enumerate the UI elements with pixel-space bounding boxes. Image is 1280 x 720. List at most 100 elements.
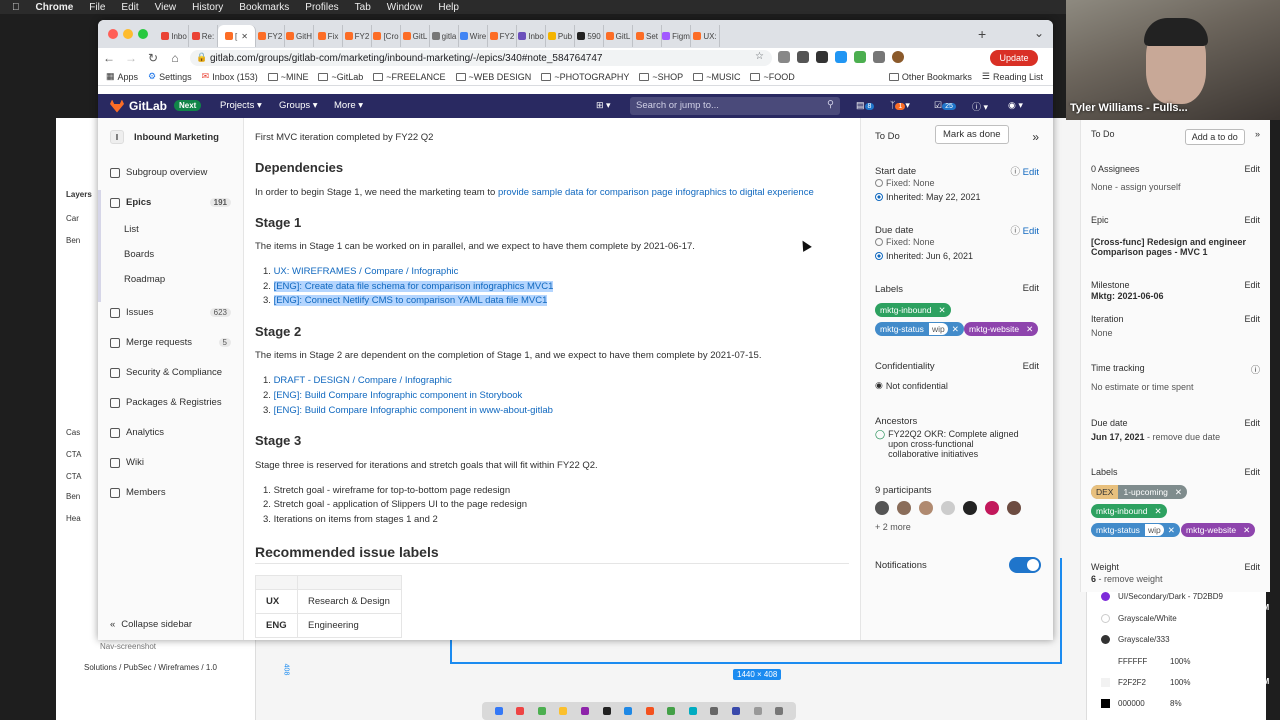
start-inherited-option[interactable]: Inherited: May 22, 2021: [875, 192, 981, 202]
remove-weight-link[interactable]: - remove weight: [1096, 574, 1163, 584]
layer-item[interactable]: CTA: [66, 472, 81, 481]
collapse-sidebar-button[interactable]: «Collapse sidebar: [110, 619, 192, 630]
browser-tab[interactable]: Set: [633, 25, 662, 47]
due-date-edit[interactable]: ⓘ Edit: [1010, 223, 1039, 237]
label-pill[interactable]: DEX 1-upcoming ✕: [1091, 485, 1188, 499]
bookmark-folder[interactable]: ~MINE: [267, 72, 308, 82]
sidebar-item-subgroup-overview[interactable]: Subgroup overview: [110, 167, 231, 178]
layer-item[interactable]: Ben: [66, 236, 80, 245]
remove-label-icon[interactable]: ✕: [950, 324, 964, 335]
sidebar-item-wiki[interactable]: Wiki: [110, 457, 231, 468]
browser-tab[interactable]: Wire: [459, 25, 488, 47]
browser-tab[interactable]: Fix: [314, 25, 343, 47]
dock-app-icon[interactable]: [537, 707, 546, 715]
collapse-sidebar-icon[interactable]: »: [1032, 130, 1039, 144]
dock-app-icon[interactable]: [753, 707, 762, 715]
puzzle-icon[interactable]: [873, 51, 885, 63]
more-menu[interactable]: More ▾: [334, 100, 363, 111]
browser-tab[interactable]: UX:: [691, 25, 720, 47]
help-icon[interactable]: ⓘ ▾: [972, 100, 988, 113]
dock-app-icon[interactable]: [645, 707, 654, 715]
sidebar-subitem-list[interactable]: List: [124, 224, 139, 235]
address-bar[interactable]: 🔒 gitlab.com/groups/gitlab-com/marketing…: [190, 50, 772, 66]
dock-app-icon[interactable]: [688, 707, 697, 715]
update-button[interactable]: Update: [990, 50, 1038, 66]
start-fixed-option[interactable]: Fixed: None: [875, 178, 935, 188]
fill-item[interactable]: F2F2F2 100%: [1101, 678, 1190, 687]
extension-icon[interactable]: [778, 51, 790, 63]
create-new-icon[interactable]: ⊞ ▾: [596, 100, 611, 111]
browser-tab[interactable]: 590: [575, 25, 604, 47]
layer-item[interactable]: Ben: [66, 492, 80, 501]
layer-item[interactable]: Hea: [66, 514, 81, 523]
remove-due-date-link[interactable]: - remove due date: [1145, 432, 1220, 442]
gitlab-logo[interactable]: GitLab: [110, 99, 167, 113]
other-bookmarks[interactable]: Other Bookmarks: [888, 72, 972, 82]
mark-as-done-button[interactable]: Mark as done: [935, 125, 1009, 144]
menu-app-name[interactable]: Chrome: [36, 2, 74, 13]
bookmark-folder[interactable]: ~WEB DESIGN: [455, 72, 531, 82]
dock-app-icon[interactable]: [494, 707, 503, 715]
collapse-icon[interactable]: »: [1255, 129, 1260, 145]
start-date-edit[interactable]: ⓘ Edit: [1010, 164, 1039, 178]
reload-icon[interactable]: ↻: [142, 51, 164, 65]
remove-icon[interactable]: ✕: [1173, 487, 1187, 498]
layers-header[interactable]: Layers: [66, 190, 92, 199]
remove-icon[interactable]: ✕: [1241, 525, 1255, 536]
dock-app-icon[interactable]: [667, 707, 676, 715]
search-input[interactable]: Search or jump to... ⚲: [630, 97, 840, 115]
label-mktg-website[interactable]: mktg-website ✕: [964, 322, 1039, 336]
dock-app-icon[interactable]: [710, 707, 719, 715]
issue-link[interactable]: [ENG]: Connect Netlify CMS to comparison…: [273, 295, 548, 306]
browser-tab[interactable]: GitH: [285, 25, 314, 47]
style-item[interactable]: Grayscale/White: [1101, 614, 1177, 623]
help-icon[interactable]: ⓘ: [1010, 167, 1020, 178]
back-icon[interactable]: ←: [98, 51, 120, 65]
browser-tab[interactable]: Figm: [662, 25, 691, 47]
menu-tab[interactable]: Tab: [355, 2, 371, 13]
fill-item[interactable]: FFFFFF 100%: [1101, 657, 1190, 666]
menu-history[interactable]: History: [192, 2, 223, 13]
maximize-window-button[interactable]: [138, 29, 148, 39]
menu-edit[interactable]: Edit: [121, 2, 138, 13]
layer-item[interactable]: CTA: [66, 450, 81, 459]
dock-app-icon[interactable]: [775, 707, 784, 715]
menu-bookmarks[interactable]: Bookmarks: [239, 2, 289, 13]
edit-link[interactable]: Edit: [1244, 164, 1260, 174]
assignees-sub[interactable]: None - assign yourself: [1091, 182, 1264, 192]
sidebar-subitem-roadmap[interactable]: Roadmap: [124, 274, 165, 285]
menu-file[interactable]: File: [89, 2, 105, 13]
forward-icon[interactable]: →: [120, 51, 142, 65]
edit-link[interactable]: Edit: [1244, 562, 1260, 572]
issue-link[interactable]: DRAFT - DESIGN / Compare / Infographic: [274, 375, 452, 386]
sidebar-item-analytics[interactable]: Analytics: [110, 427, 231, 438]
menu-view[interactable]: View: [155, 2, 177, 13]
label-mktg-inbound[interactable]: mktg-inbound ✕: [875, 303, 951, 317]
browser-tab[interactable]: FY2: [488, 25, 517, 47]
avatar[interactable]: [919, 501, 933, 515]
tab-search-icon[interactable]: ⌄: [1034, 26, 1044, 40]
avatar[interactable]: [985, 501, 999, 515]
projects-menu[interactable]: Projects ▾: [220, 100, 262, 111]
issues-count-icon[interactable]: ▤ 8: [856, 100, 875, 111]
issue-link[interactable]: [ENG]: Build Compare Infographic compone…: [274, 390, 523, 401]
browser-tab[interactable]: Inbo: [160, 25, 189, 47]
extension-icon[interactable]: [854, 51, 866, 63]
due-inherited-option[interactable]: Inherited: Jun 6, 2021: [875, 251, 973, 261]
reading-list[interactable]: ☰ Reading List: [982, 71, 1043, 82]
sidebar-item-packages[interactable]: Packages & Registries: [110, 397, 231, 408]
epic-value[interactable]: [Cross-func] Redesign and engineer Compa…: [1091, 237, 1264, 257]
issue-link[interactable]: UX: WIREFRAMES / Compare / Infographic: [274, 266, 459, 277]
dock-app-icon[interactable]: [581, 707, 590, 715]
style-item[interactable]: Grayscale/333: [1101, 635, 1170, 644]
edit-link[interactable]: Edit: [1244, 314, 1260, 324]
bookmark-settings[interactable]: ⚙ Settings: [148, 71, 192, 82]
sidebar-item-members[interactable]: Members: [110, 487, 231, 498]
help-icon[interactable]: ⓘ: [1251, 363, 1260, 376]
confidentiality-edit[interactable]: Edit: [1023, 361, 1039, 372]
ancestor-item[interactable]: ◯ FY22Q2 OKR: Complete aligned upon cross…: [875, 429, 1025, 459]
extension-icon[interactable]: [816, 51, 828, 63]
menu-window[interactable]: Window: [387, 2, 423, 13]
dock-app-icon[interactable]: [516, 707, 525, 715]
dock-app-icon[interactable]: [602, 707, 611, 715]
